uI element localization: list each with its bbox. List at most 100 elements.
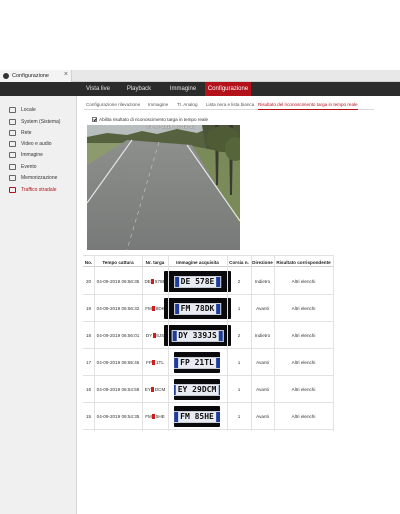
cell-result: Altri elenchi (291, 279, 316, 284)
road-scene-image (87, 125, 240, 250)
tab-tr-analog[interactable]: Tr. Analog (177, 99, 198, 110)
column-divider (227, 255, 228, 431)
tab-configurazione-rilevazione[interactable]: Configurazione rilevazione (86, 99, 140, 110)
cell-result: Altri elenchi (291, 360, 316, 365)
nav-configurazione[interactable]: Configurazione (205, 82, 251, 96)
cell-image[interactable]: EY 29DCM (168, 376, 227, 403)
header-direzione: Direzione (252, 259, 273, 265)
cell-direction: Avanti (256, 306, 269, 311)
header-risultato: Risultato corrispondente (276, 259, 331, 265)
plate-image-text: DY 339JS (178, 331, 217, 340)
browser-tab[interactable]: Configurazione × (0, 70, 72, 82)
storage-icon (9, 174, 16, 181)
captured-plate-image[interactable]: FP 21TL (174, 352, 220, 373)
plate-text-b: 5HE (155, 413, 165, 419)
plate-image-text: EY 29DCM (177, 385, 217, 394)
sidebar-item-video-audio[interactable]: Video e audio (0, 138, 77, 149)
cell-lane: 1 (237, 387, 241, 392)
nav-playback[interactable]: Playback (118, 82, 160, 96)
cell-image[interactable]: FP 21TL (168, 349, 227, 376)
cell-image[interactable]: DE 578E (164, 268, 231, 295)
enable-realtime-checkbox-row[interactable]: Abilita risultato di riconoscimento targ… (92, 116, 208, 123)
video-icon (9, 140, 16, 147)
table-row[interactable]: 17 04-09-2019 06:55:45 FP 1TL FP 21TL 1 A… (83, 349, 333, 376)
cell-result: Altri elenchi (291, 333, 316, 338)
tab-risultato-riconoscimento[interactable]: Risultato del riconoscimento targa in te… (258, 99, 358, 110)
tab-immagine[interactable]: Immagine (148, 99, 168, 110)
nav-immagine[interactable]: Immagine (162, 82, 204, 96)
column-divider (142, 255, 143, 431)
sidebar-item-label: Traffico stradale (21, 186, 57, 193)
cell-no: 15 (85, 414, 92, 419)
sidebar-item-label: Rete (21, 129, 32, 136)
captured-plate-image[interactable]: DY 339JS (164, 325, 231, 346)
sidebar-item-memorizzazione[interactable]: Memorizzazione (0, 172, 77, 183)
cell-plate: EY DCM (142, 376, 168, 403)
table-row[interactable]: 20 04-09-2019 06:56:35 DE 578E DE 578E 2 … (83, 268, 333, 295)
header-tempo-cattura: Tempo cattura (102, 259, 134, 265)
cell-no: 16 (85, 387, 92, 392)
plate-image-text: FP 21TL (180, 358, 214, 367)
app-root: Configurazione × Vista live Playback Imm… (0, 0, 400, 514)
captured-plate-image[interactable]: EY 29DCM (174, 379, 220, 400)
cell-result: Altri elenchi (291, 306, 316, 311)
cell-plate: FM 5HE (142, 403, 168, 430)
cell-no: 18 (85, 333, 92, 338)
license-plate: DE 578E (173, 275, 222, 288)
cell-direction: Indietro (254, 279, 271, 284)
cell-time: 04-09-2019 06:56:32 (96, 306, 140, 311)
eu-band-icon (218, 384, 220, 395)
plate-text-b: 8JS (156, 332, 165, 338)
sidebar-item-label: Locale (21, 106, 36, 113)
license-plate: DY 339JS (171, 329, 224, 342)
sidebar-item-system[interactable]: System (Sistema) (0, 116, 77, 127)
captured-plate-image[interactable]: FM 78DK (164, 298, 231, 319)
cell-no: 17 (85, 360, 92, 365)
sidebar-item-label: System (Sistema) (21, 118, 61, 125)
tab-lista-nera-bianca[interactable]: Lista nera e lista bianca (206, 99, 254, 110)
nav-vista-live[interactable]: Vista live (78, 82, 118, 96)
captured-plate-image[interactable]: DE 578E (164, 271, 231, 292)
cell-time: 04-09-2019 06:56:01 (96, 333, 140, 338)
cell-result: Altri elenchi (291, 414, 316, 419)
plate-image-text: DE 578E (180, 277, 215, 286)
sidebar-item-label: Immagine (21, 151, 43, 158)
table-row[interactable]: 18 04-09-2019 06:56:01 DY 8JS DY 339JS 2 … (83, 322, 333, 349)
sidebar-item-label: Memorizzazione (21, 174, 58, 181)
cell-image[interactable]: FM 78DK (164, 295, 231, 322)
cell-no: 19 (85, 306, 92, 311)
license-plate: FP 21TL (174, 356, 220, 369)
sidebar-item-locale[interactable]: Locale (0, 104, 77, 115)
traffic-icon (9, 186, 16, 193)
plate-text-a: DE (144, 278, 151, 284)
plate-image-text: FM 78DK (180, 304, 215, 313)
sidebar: Locale System (Sistema) Rete Video e aud… (0, 96, 77, 514)
table-header: No. Tempo cattura Nr. targa Immagine acq… (83, 255, 333, 267)
captured-plate-image[interactable]: FM 85HE (174, 406, 220, 427)
cell-time: 04-09-2019 06:54:35 (96, 414, 140, 419)
camera-timestamp: 04-09-2019 06:48:38 (147, 126, 195, 130)
cell-result: Altri elenchi (291, 387, 316, 392)
license-plate: FM 85HE (174, 410, 220, 423)
network-icon (9, 129, 16, 136)
table-row[interactable]: 16 04-09-2019 06:54:59 EY DCM EY 29DCM 1 … (83, 376, 333, 403)
enable-realtime-checkbox[interactable] (92, 117, 97, 122)
cell-lane: 2 (237, 279, 241, 284)
close-icon[interactable]: × (64, 71, 68, 78)
monitor-icon (9, 106, 16, 113)
header-no: No. (84, 259, 93, 265)
eu-band-icon (216, 276, 221, 287)
table-row[interactable]: 15 04-09-2019 06:54:35 FM 5HE FM 85HE 1 A… (83, 403, 333, 430)
sub-tabs: Configurazione rilevazione Immagine Tr. … (84, 99, 374, 110)
plate-text-a: FM (145, 305, 152, 311)
cell-lane: 1 (237, 306, 241, 311)
header-immagine-acquisita: Immagine acquisita (176, 259, 219, 265)
cell-image[interactable]: FM 85HE (168, 403, 227, 430)
sidebar-item-evento[interactable]: Evento (0, 161, 77, 172)
sidebar-item-traffico-stradale[interactable]: Traffico stradale (0, 184, 77, 195)
enable-realtime-label: Abilita risultato di riconoscimento targ… (99, 117, 209, 122)
sidebar-item-immagine[interactable]: Immagine (0, 149, 77, 160)
table-row[interactable]: 19 04-09-2019 06:56:32 FM 8DK FM 78DK 1 A… (83, 295, 333, 322)
sidebar-item-rete[interactable]: Rete (0, 127, 77, 138)
cell-image[interactable]: DY 339JS (164, 322, 231, 349)
